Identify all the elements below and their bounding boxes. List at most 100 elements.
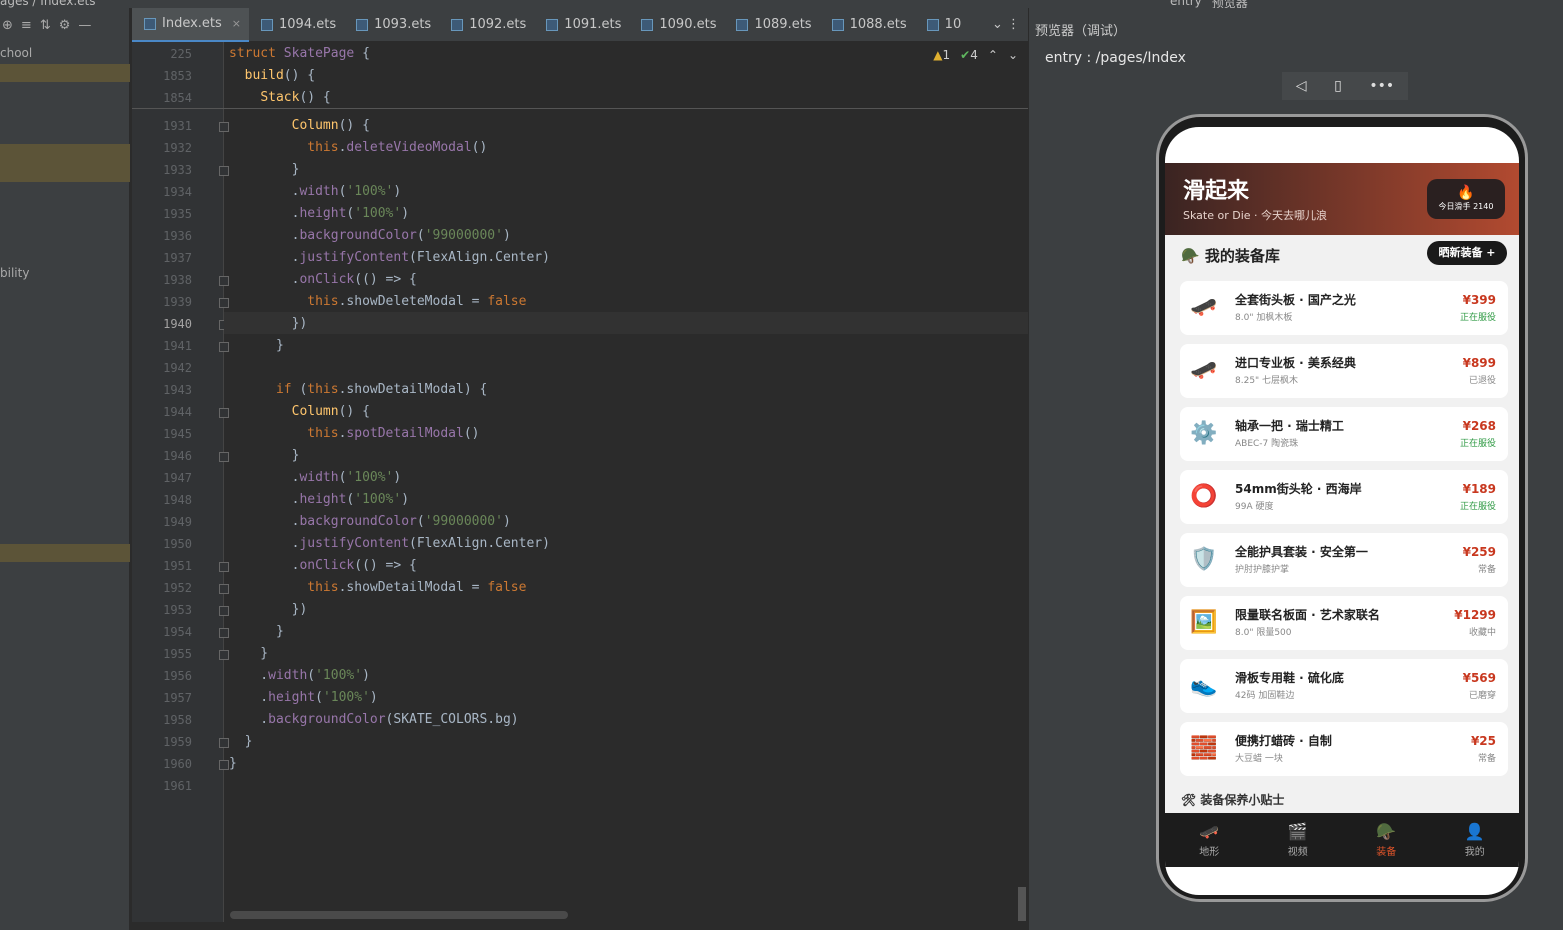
fold-marker-icon[interactable] <box>219 584 229 594</box>
inspection-widget[interactable]: ▲1 ✔4 ⌃ ⌄ <box>933 48 1018 62</box>
gear-card[interactable]: 🛹 全套街头板 · 国产之光 8.0" 加枫木板 ¥399 正在服役 <box>1180 281 1508 335</box>
gear-card[interactable]: 🖼️ 限量联名板面 · 艺术家联名 8.0" 限量500 ¥1299 收藏中 <box>1180 596 1508 650</box>
fold-marker-icon[interactable] <box>219 298 229 308</box>
rotate-icon[interactable]: ▯ <box>1334 78 1342 94</box>
vertical-scrollbar[interactable] <box>1018 887 1026 921</box>
gear-desc: 99A 硬度 <box>1235 502 1274 512</box>
gear-card[interactable]: 🛡️ 全能护具套装 · 安全第一 护肘护膝护掌 ¥259 常备 <box>1180 533 1508 587</box>
horizontal-scrollbar[interactable] <box>230 911 568 919</box>
gear-card[interactable]: 👟 滑板专用鞋 · 硫化底 42码 加固鞋边 ¥569 已磨穿 <box>1180 659 1508 713</box>
fold-marker-icon[interactable] <box>219 342 229 352</box>
warning-count[interactable]: ▲1 <box>933 48 950 62</box>
more-icon[interactable]: ••• <box>1369 78 1394 94</box>
code-line[interactable]: .height('100%') <box>229 690 377 705</box>
gear-icon[interactable]: ⚙ <box>59 18 71 33</box>
minimize-icon[interactable]: — <box>78 18 91 33</box>
editor-tab[interactable]: 1091.ets <box>534 8 629 42</box>
gear-desc: ABEC-7 陶瓷珠 <box>1235 439 1299 449</box>
fold-marker-icon[interactable] <box>219 738 229 748</box>
next-highlight-icon[interactable]: ⌄ <box>1008 48 1018 62</box>
nav-tab[interactable]: 👤 我的 <box>1431 813 1520 867</box>
code-line[interactable]: .height('100%') <box>229 492 409 507</box>
fold-marker-icon[interactable] <box>219 562 229 572</box>
code-line[interactable]: .width('100%') <box>229 470 402 485</box>
editor-tab[interactable]: 1094.ets <box>249 8 344 42</box>
code-line[interactable]: } <box>229 734 253 749</box>
fold-marker-icon[interactable] <box>219 408 229 418</box>
code-line[interactable]: .backgroundColor('99000000') <box>229 514 511 529</box>
editor-tab[interactable]: 10 <box>915 8 970 42</box>
ok-count[interactable]: ✔4 <box>960 48 978 62</box>
editor-tab[interactable]: 1088.ets <box>820 8 915 42</box>
tabs-more-icon[interactable]: ⌄ ⋮ <box>980 8 1028 42</box>
code-line[interactable]: this.showDeleteModal = false <box>229 294 526 309</box>
code-line[interactable]: .height('100%') <box>229 206 409 221</box>
gear-icon-3: ⭕ <box>1190 484 1218 509</box>
code-line[interactable]: build() { <box>229 68 315 83</box>
code-line[interactable]: this.deleteVideoModal() <box>229 140 487 155</box>
code-line[interactable]: this.showDetailModal = false <box>229 580 526 595</box>
prev-highlight-icon[interactable]: ⌃ <box>988 48 998 62</box>
gear-card[interactable]: 🛹 进口专业板 · 美系经典 8.25" 七层枫木 ¥899 已退役 <box>1180 344 1508 398</box>
code-line[interactable]: struct SkatePage { <box>229 46 370 61</box>
gear-card[interactable]: ⭕ 54mm街头轮 · 西海岸 99A 硬度 ¥189 正在服役 <box>1180 470 1508 524</box>
code-line[interactable]: } <box>229 338 284 353</box>
nav-tab[interactable]: 🎬 视频 <box>1254 813 1343 867</box>
code-line[interactable]: } <box>229 162 300 177</box>
project-tree-item[interactable]: chool <box>0 46 130 60</box>
collapse-icon[interactable]: ≡ <box>21 18 32 33</box>
editor-tab[interactable]: 1089.ets <box>724 8 819 42</box>
code-line[interactable]: if (this.showDetailModal) { <box>229 382 487 397</box>
fold-marker-icon[interactable] <box>219 122 229 132</box>
gear-desc: 8.0" 限量500 <box>1235 628 1292 638</box>
code-line[interactable]: }) <box>229 602 308 617</box>
fold-marker-icon[interactable] <box>219 276 229 286</box>
code-editor[interactable]: 225 1853 1854 1931 1932 1933 1934 1935 1936 1937 1… <box>132 42 1028 930</box>
code-line[interactable]: this.spotDetailModal() <box>229 426 479 441</box>
fold-marker-icon[interactable] <box>219 452 229 462</box>
gear-icon-6: 👟 <box>1190 673 1218 698</box>
nav-tab[interactable]: 🛹 地形 <box>1165 813 1254 867</box>
care-tips-title: 🛠 装备保养小贴士 <box>1181 793 1285 807</box>
editor-tab[interactable]: 1093.ets <box>344 8 439 42</box>
editor-tab[interactable]: 1092.ets <box>439 8 534 42</box>
fold-marker-icon[interactable] <box>219 650 229 660</box>
share-gear-button[interactable]: 晒新装备 + <box>1427 241 1507 265</box>
code-line[interactable]: .width('100%') <box>229 184 402 199</box>
breadcrumb-file[interactable]: Index.ets <box>40 0 95 8</box>
skaters-badge[interactable]: 🔥 今日滑手 2140 <box>1427 179 1505 219</box>
locate-icon[interactable]: ⊕ <box>2 18 13 33</box>
code-line[interactable]: .onClick(() => { <box>229 272 417 287</box>
fold-marker-icon[interactable] <box>219 760 229 770</box>
code-line[interactable]: .backgroundColor(SKATE_COLORS.bg) <box>229 712 518 727</box>
back-icon[interactable]: ◁ <box>1296 78 1307 94</box>
code-line[interactable]: } <box>229 624 284 639</box>
code-line[interactable]: .justifyContent(FlexAlign.Center) <box>229 536 550 551</box>
code-line[interactable]: } <box>229 646 268 661</box>
nav-icon: 👤 <box>1464 822 1485 841</box>
gear-card[interactable]: 🧱 便携打蜡砖 · 自制 大豆蜡 一块 ¥25 常备 <box>1180 722 1508 776</box>
expand-icon[interactable]: ⇅ <box>40 18 51 33</box>
project-tree-item[interactable]: bility <box>0 266 130 280</box>
code-line[interactable]: Column() { <box>229 404 370 419</box>
code-line[interactable]: .width('100%') <box>229 668 370 683</box>
gear-status: 正在服役 <box>1459 439 1496 449</box>
code-line[interactable]: .onClick(() => { <box>229 558 417 573</box>
fold-marker-icon[interactable] <box>219 606 229 616</box>
nav-tab[interactable]: 🪖 装备 <box>1342 813 1431 867</box>
line-number: 1959 <box>163 735 192 749</box>
code-line[interactable]: .backgroundColor('99000000') <box>229 228 511 243</box>
code-line[interactable]: } <box>229 756 237 771</box>
editor-tab[interactable]: Index.ets × <box>132 7 250 42</box>
close-icon[interactable]: × <box>232 17 241 30</box>
fold-marker-icon[interactable] <box>219 166 229 176</box>
gear-card[interactable]: ⚙️ 轴承一把 · 瑞士精工 ABEC-7 陶瓷珠 ¥268 正在服役 <box>1180 407 1508 461</box>
editor-tab[interactable]: 1090.ets <box>629 8 724 42</box>
code-line[interactable]: Stack() { <box>229 90 330 105</box>
line-number: 1938 <box>163 273 192 287</box>
code-line[interactable]: Column() { <box>229 118 370 133</box>
code-line[interactable]: } <box>229 448 300 463</box>
code-line[interactable]: }) <box>229 316 308 331</box>
fold-marker-icon[interactable] <box>219 628 229 638</box>
code-line[interactable]: .justifyContent(FlexAlign.Center) <box>229 250 550 265</box>
